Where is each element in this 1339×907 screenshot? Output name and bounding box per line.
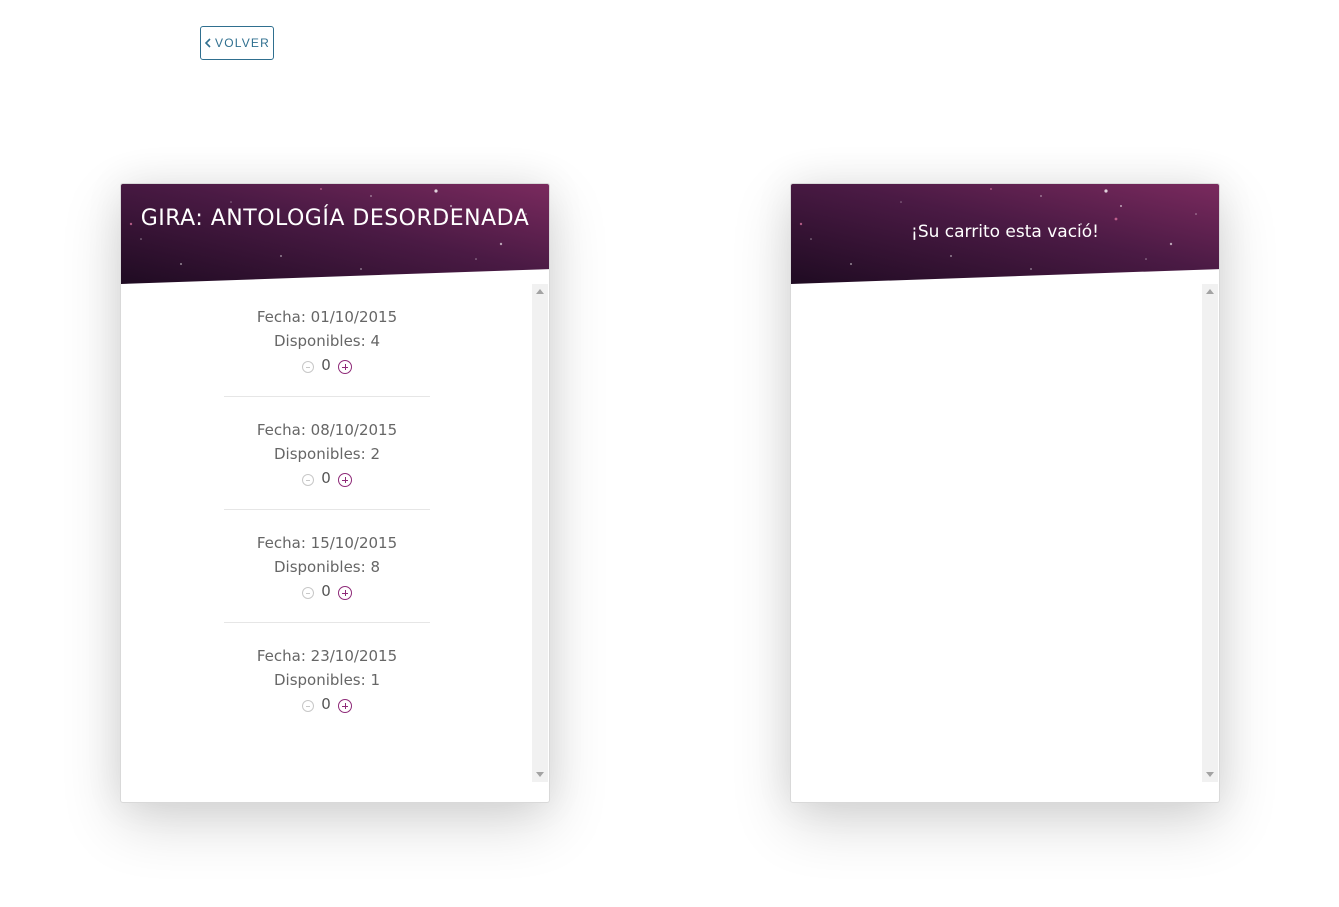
quantity-value: 0: [321, 582, 331, 600]
available-label: Disponibles: 1: [273, 671, 380, 689]
scrollbar[interactable]: [1202, 284, 1218, 782]
scroll-up-arrow-icon[interactable]: [1206, 289, 1214, 294]
available-label: Disponibles: 4: [273, 332, 380, 350]
plus-circle-icon[interactable]: [338, 699, 352, 713]
scroll-down-arrow-icon[interactable]: [536, 772, 544, 777]
cart-scroll-area[interactable]: [791, 284, 1219, 784]
minus-circle-icon[interactable]: [302, 474, 314, 486]
minus-circle-icon[interactable]: [302, 700, 314, 712]
quantity-stepper: 0: [224, 467, 430, 489]
date-label: Fecha: 23/10/2015: [256, 647, 398, 665]
date-label: Fecha: 15/10/2015: [256, 534, 398, 552]
date-list: Fecha: 01/10/2015 Disponibles: 4 0 Fecha…: [224, 284, 430, 736]
cart-panel: ¡Su carrito esta vació!: [790, 183, 1220, 803]
quantity-value: 0: [321, 469, 331, 487]
scroll-down-arrow-icon[interactable]: [1206, 772, 1214, 777]
date-label: Fecha: 08/10/2015: [256, 421, 398, 439]
dates-scroll-area[interactable]: Fecha: 01/10/2015 Disponibles: 4 0 Fecha…: [121, 284, 549, 784]
minus-circle-icon[interactable]: [302, 587, 314, 599]
date-label: Fecha: 01/10/2015: [256, 308, 398, 326]
quantity-value: 0: [321, 356, 331, 374]
date-item: Fecha: 15/10/2015 Disponibles: 8 0: [224, 510, 430, 623]
quantity-value: 0: [321, 695, 331, 713]
plus-circle-icon[interactable]: [338, 473, 352, 487]
cart-title: ¡Su carrito esta vació!: [911, 222, 1099, 242]
date-item: Fecha: 08/10/2015 Disponibles: 2 0: [224, 397, 430, 510]
back-button[interactable]: VOLVER: [200, 26, 274, 60]
event-panel-header: GIRA: ANTOLOGÍA DESORDENADA: [121, 184, 549, 284]
back-button-label: VOLVER: [215, 36, 270, 50]
event-title: GIRA: ANTOLOGÍA DESORDENADA: [140, 206, 530, 231]
quantity-stepper: 0: [224, 693, 430, 715]
scroll-up-arrow-icon[interactable]: [536, 289, 544, 294]
chevron-left-icon: [204, 38, 211, 48]
available-label: Disponibles: 8: [273, 558, 380, 576]
quantity-stepper: 0: [224, 354, 430, 376]
date-item: Fecha: 23/10/2015 Disponibles: 1 0: [224, 623, 430, 736]
quantity-stepper: 0: [224, 580, 430, 602]
minus-circle-icon[interactable]: [302, 361, 314, 373]
available-label: Disponibles: 2: [273, 445, 380, 463]
cart-panel-header: ¡Su carrito esta vació!: [791, 184, 1219, 284]
date-item: Fecha: 01/10/2015 Disponibles: 4 0: [224, 284, 430, 397]
plus-circle-icon[interactable]: [338, 360, 352, 374]
header-background: [121, 184, 549, 284]
event-panel: GIRA: ANTOLOGÍA DESORDENADA Fecha: 01/10…: [120, 183, 550, 803]
scrollbar[interactable]: [532, 284, 548, 782]
plus-circle-icon[interactable]: [338, 586, 352, 600]
